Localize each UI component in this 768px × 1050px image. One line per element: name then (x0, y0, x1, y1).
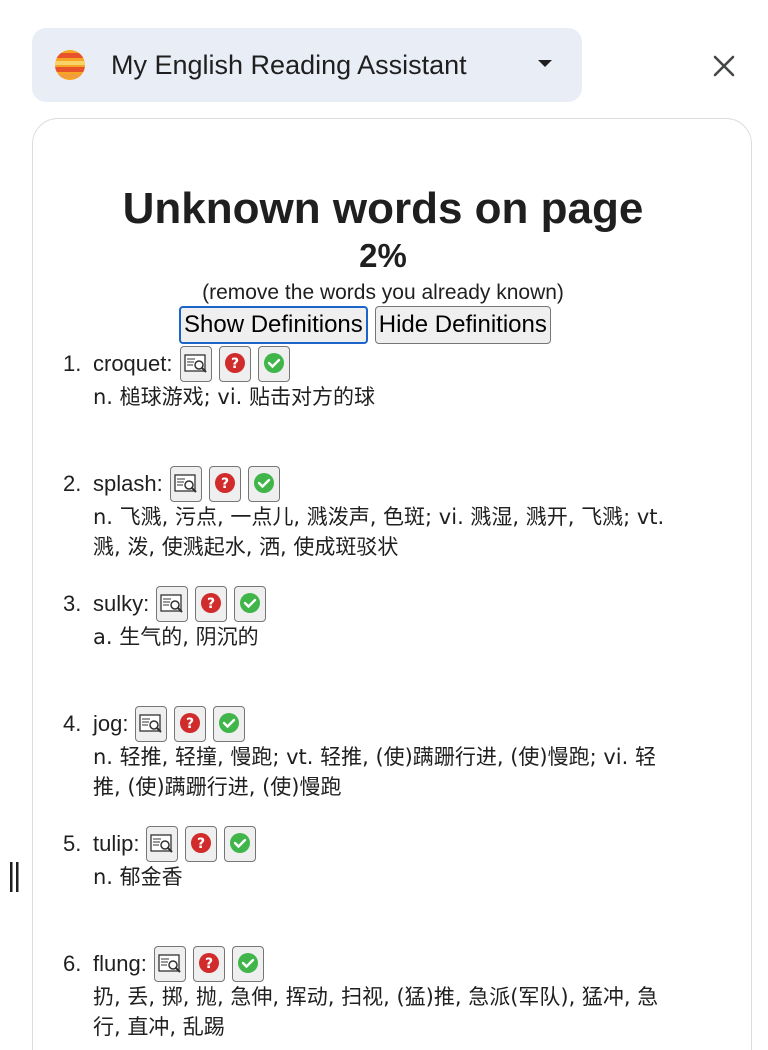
list-item: 2. splash: ? n. 飞溅, 污点, 一点儿, 溅泼声, 色斑; vi… (63, 466, 683, 562)
word-label: flung: (93, 951, 147, 976)
svg-text:?: ? (197, 836, 205, 852)
check-mark-icon[interactable] (257, 346, 290, 382)
svg-text:?: ? (221, 476, 229, 492)
item-number: 1. (63, 351, 82, 376)
check-mark-icon[interactable] (247, 466, 280, 502)
word-label: sulky: (93, 591, 150, 616)
list-item: 3. sulky: ? a. 生气的, 阴沉的 (63, 586, 683, 652)
word-list: 1. croquet: ? n. 槌球游戏; vi. 贴击对方的球 2. spl… (33, 119, 751, 1050)
dictionary-lookup-icon[interactable] (153, 946, 186, 982)
check-mark-icon[interactable] (234, 586, 267, 622)
word-label: croquet: (93, 351, 173, 376)
item-number: 5. (63, 831, 82, 856)
list-item: 6. flung: ? 扔, 丢, 掷, 抛, 急伸, 挥动, 扫视, (猛)推… (63, 946, 683, 1042)
dictionary-lookup-icon[interactable] (156, 586, 189, 622)
word-definition: n. 轻推, 轻撞, 慢跑; vt. 轻推, (使)蹒跚行进, (使)慢跑; v… (93, 745, 656, 799)
check-mark-icon[interactable] (224, 826, 257, 862)
item-number: 4. (63, 711, 82, 736)
question-mark-icon[interactable]: ? (185, 826, 218, 862)
question-mark-icon[interactable]: ? (192, 946, 225, 982)
list-item: 1. croquet: ? n. 槌球游戏; vi. 贴击对方的球 (63, 346, 683, 412)
side-panel: Unknown words on page 2% (remove the wor… (32, 118, 752, 1050)
dictionary-lookup-icon[interactable] (179, 346, 212, 382)
word-definition: n. 槌球游戏; vi. 贴击对方的球 (93, 385, 376, 409)
dictionary-lookup-icon[interactable] (169, 466, 202, 502)
svg-text:?: ? (207, 596, 215, 612)
extension-title: My English Reading Assistant (111, 50, 467, 80)
word-definition: n. 郁金香 (93, 865, 183, 889)
list-item: 4. jog: ? n. 轻推, 轻撞, 慢跑; vt. 轻推, (使)蹒跚行进… (63, 706, 683, 802)
close-icon[interactable] (708, 50, 740, 82)
word-definition: a. 生气的, 阴沉的 (93, 625, 259, 649)
svg-text:?: ? (205, 956, 213, 972)
dictionary-lookup-icon[interactable] (146, 826, 179, 862)
check-mark-icon[interactable] (213, 706, 246, 742)
word-definition: n. 飞溅, 污点, 一点儿, 溅泼声, 色斑; vi. 溅湿, 溅开, 飞溅;… (93, 505, 665, 559)
word-label: jog: (93, 711, 129, 736)
word-label: splash: (93, 471, 163, 496)
list-item: 5. tulip: ? n. 郁金香 (63, 826, 683, 892)
question-mark-icon[interactable]: ? (218, 346, 251, 382)
question-mark-icon[interactable]: ? (195, 586, 228, 622)
item-number: 6. (63, 951, 82, 976)
word-label: tulip: (93, 831, 140, 856)
item-number: 3. (63, 591, 82, 616)
resize-handle-icon[interactable] (8, 860, 22, 894)
dictionary-lookup-icon[interactable] (135, 706, 168, 742)
question-mark-icon[interactable]: ? (208, 466, 241, 502)
chevron-down-icon[interactable] (537, 59, 553, 69)
word-definition: 扔, 丢, 掷, 抛, 急伸, 挥动, 扫视, (猛)推, 急派(军队), 猛冲… (93, 985, 659, 1039)
check-mark-icon[interactable] (231, 946, 264, 982)
planet-logo-icon (55, 50, 85, 80)
extension-header[interactable]: My English Reading Assistant (32, 28, 582, 102)
question-mark-icon[interactable]: ? (174, 706, 207, 742)
svg-text:?: ? (230, 356, 238, 372)
svg-text:?: ? (186, 716, 194, 732)
item-number: 2. (63, 471, 82, 496)
